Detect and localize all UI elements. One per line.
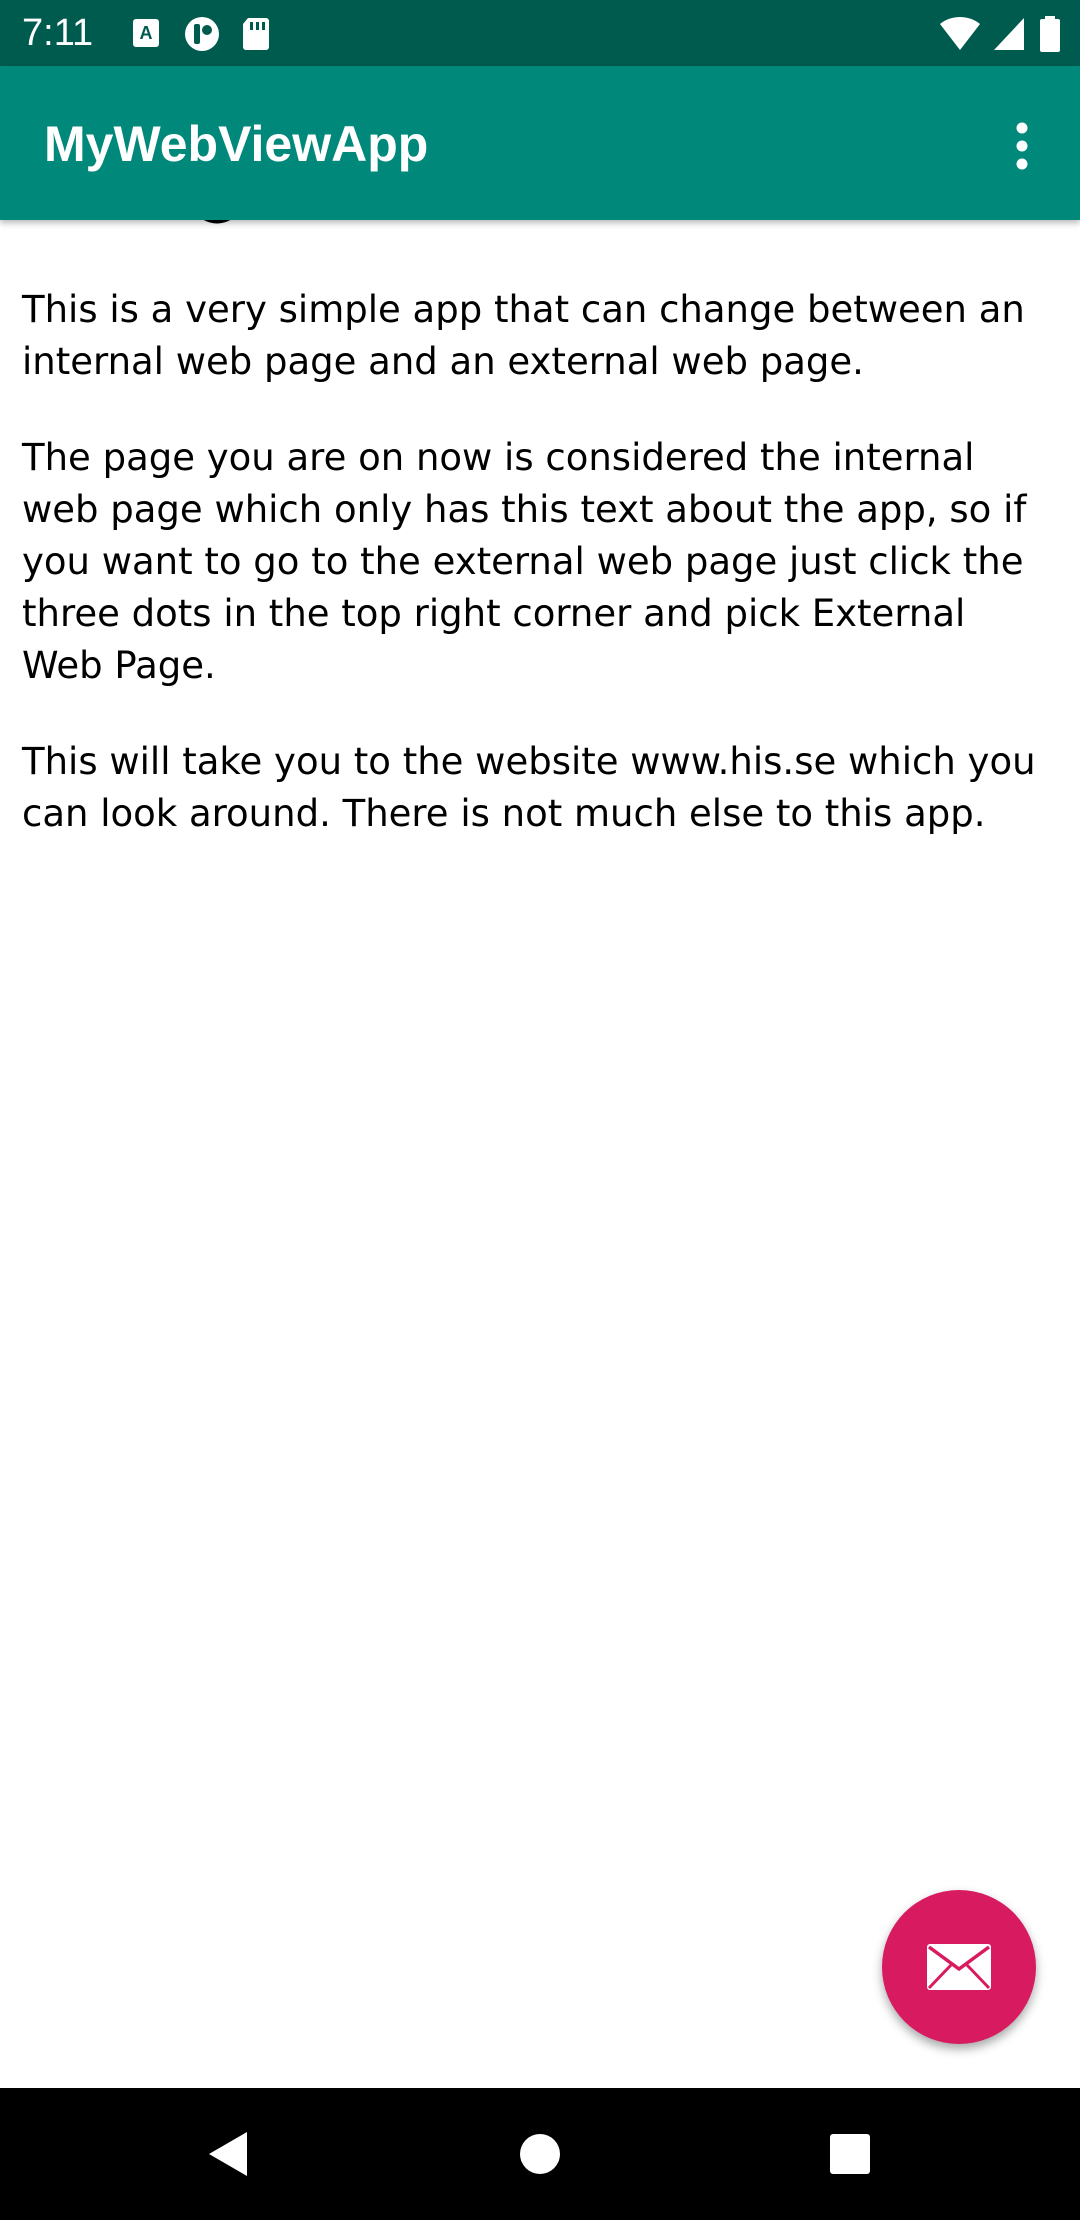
cell-signal-icon (992, 14, 1028, 54)
web-view[interactable]: This is a very simple app that can chang… (0, 220, 1080, 2088)
battery-icon (1038, 14, 1062, 54)
home-icon (520, 2134, 560, 2174)
notification-icons: A (128, 14, 276, 54)
home-button[interactable] (504, 2118, 576, 2190)
app-title: MyWebViewApp (44, 116, 429, 172)
email-icon (927, 1944, 991, 1990)
back-button[interactable] (192, 2118, 264, 2190)
sync-circle-icon (182, 14, 222, 54)
email-fab[interactable] (882, 1890, 1036, 2044)
recents-button[interactable] (814, 2118, 886, 2190)
page-content: This is a very simple app that can chang… (22, 284, 1052, 884)
navigation-bar (0, 2088, 1080, 2220)
recents-icon (830, 2134, 870, 2174)
sd-card-icon (236, 14, 276, 54)
paragraph-instructions: The page you are on now is considered th… (22, 436, 1027, 687)
overflow-menu-button[interactable] (986, 110, 1058, 182)
heading-remnant (203, 220, 231, 224)
wifi-icon (938, 14, 982, 54)
more-vert-icon (1016, 122, 1028, 170)
status-bar: 7:11 A (0, 0, 1080, 66)
app-bar: MyWebViewApp (0, 66, 1080, 220)
paragraph-intro: This is a very simple app that can chang… (22, 288, 1025, 383)
system-icons (938, 14, 1062, 54)
text-a-icon: A (128, 14, 168, 54)
back-icon (209, 2132, 247, 2176)
status-time: 7:11 (22, 12, 94, 54)
paragraph-external: This will take you to the website www.hi… (22, 740, 1036, 835)
svg-text:A: A (140, 23, 153, 43)
